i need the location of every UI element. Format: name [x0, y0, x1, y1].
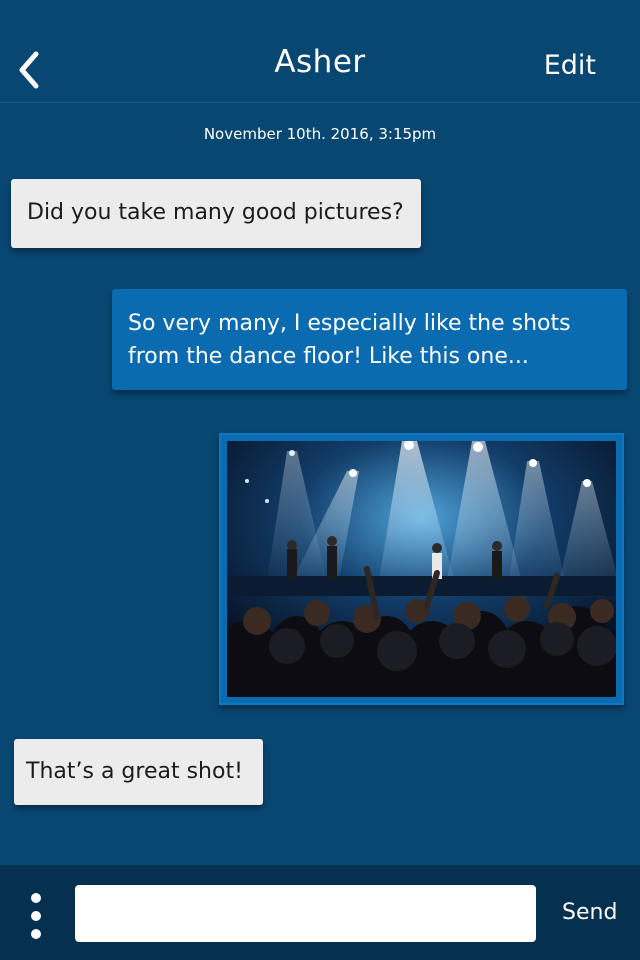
incoming-message-bubble[interactable]: That’s a great shot! — [14, 739, 263, 805]
outgoing-message-bubble[interactable]: So very many, I especially like the shot… — [112, 289, 627, 390]
message-timestamp: November 10th. 2016, 3:15pm — [203, 125, 437, 143]
dot — [31, 911, 41, 921]
message-text: That’s a great shot! — [26, 759, 243, 784]
message-text: So very many, I especially like the shot… — [128, 311, 571, 369]
header-bar: Asher Edit — [0, 0, 640, 103]
more-vertical-icon[interactable] — [26, 893, 46, 939]
dot — [31, 893, 41, 903]
outgoing-image-message[interactable] — [219, 433, 624, 705]
message-text: Did you take many good pictures? — [27, 200, 404, 225]
send-button[interactable]: Send — [562, 900, 617, 925]
concert-photo — [227, 441, 616, 697]
edit-button[interactable]: Edit — [544, 50, 596, 81]
dot — [31, 929, 41, 939]
incoming-message-bubble[interactable]: Did you take many good pictures? — [11, 179, 421, 248]
message-input[interactable] — [75, 885, 536, 942]
